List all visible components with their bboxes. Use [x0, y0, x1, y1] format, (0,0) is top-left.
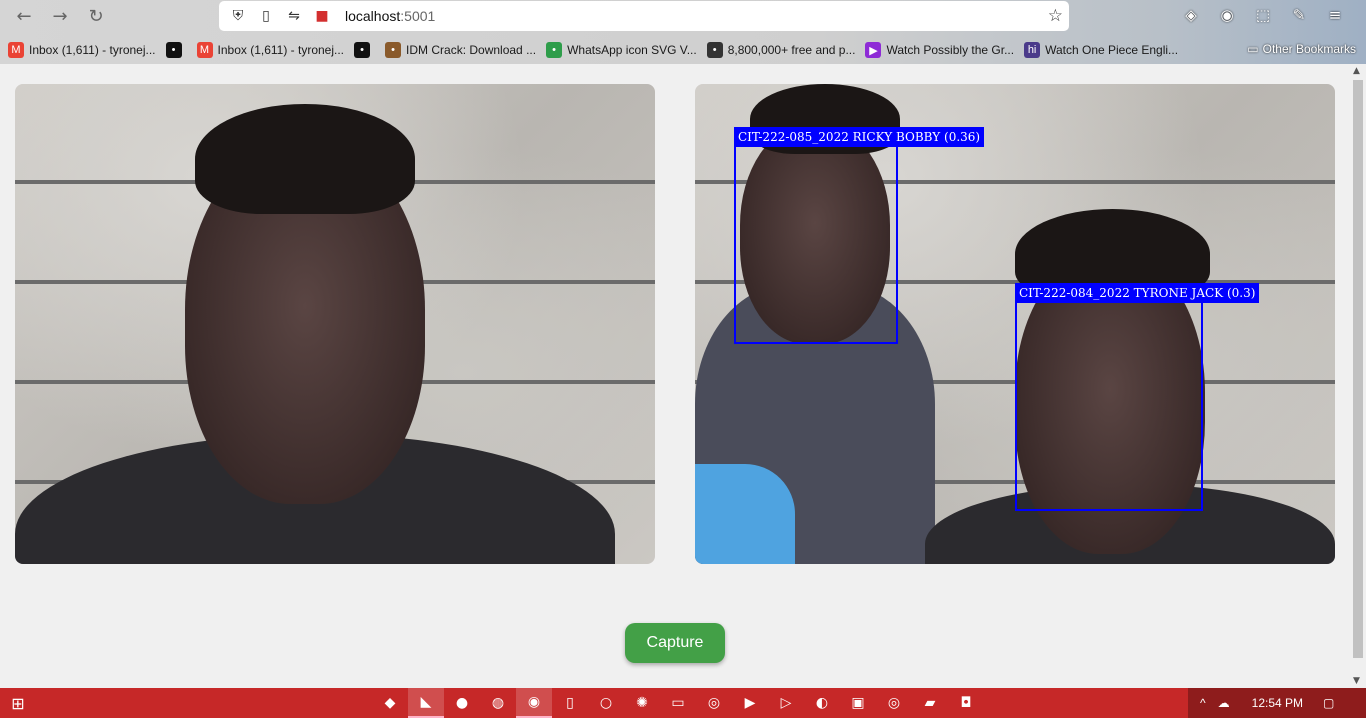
face-box-1 [734, 144, 898, 344]
taskbar: ⊞ ◆ ◣ ● ◍ ◉ ▯ ○ ✺ ▭ ◎ ▶ ▷ ◐ ▣ ◎ ▰ ◘ ^ ☁ … [0, 688, 1366, 718]
reload-icon[interactable]: ↻ [84, 4, 108, 28]
permissions-icon[interactable]: ⇋ [285, 7, 303, 25]
extensions-icon[interactable]: ⬚ [1252, 4, 1274, 26]
gmail-icon: M [196, 42, 213, 58]
menu-icon[interactable]: ≡ [1324, 4, 1346, 26]
chatgpt-icon[interactable]: ✺ [624, 688, 660, 718]
window-app-icon[interactable]: ▣ [840, 688, 876, 718]
vscode-icon[interactable]: ◣ [408, 688, 444, 718]
scroll-thumb[interactable] [1353, 80, 1363, 658]
face-label-1: CIT-222-085_2022 RICKY BOBBY (0.36) [734, 127, 985, 147]
bookmark-item[interactable]: M Inbox (1,611) - tyronej... [196, 42, 344, 58]
account-icon[interactable]: ◉ [1216, 4, 1238, 26]
capture-button[interactable]: Capture [625, 623, 725, 663]
bookmark-star-icon[interactable]: ☆ [1048, 6, 1063, 26]
chrome-icon[interactable]: ◎ [696, 688, 732, 718]
tor-icon[interactable]: ◐ [804, 688, 840, 718]
browser-chrome: ← → ↻ ⛨ ▯ ⇋ ■ localhost:5001 ☆ ◈ ◉ ⬚ ✎ ≡… [0, 0, 1366, 64]
chevron-up-icon[interactable]: ^ [1200, 696, 1206, 710]
scroll-down-icon[interactable]: ▼ [1353, 676, 1360, 686]
powershell-icon[interactable]: ▰ [912, 688, 948, 718]
file-explorer-icon[interactable]: ▭ [660, 688, 696, 718]
bookmark-item[interactable]: • WhatsApp icon SVG V... [546, 42, 697, 58]
gmail-icon: M [8, 42, 24, 58]
circle-app-icon[interactable]: ○ [588, 688, 624, 718]
theme-icon[interactable]: ✎ [1288, 4, 1310, 26]
address-bar[interactable]: ⛨ ▯ ⇋ ■ localhost:5001 ☆ [219, 1, 1069, 31]
github-icon[interactable]: ● [444, 688, 480, 718]
media-player-icon[interactable]: ▷ [768, 688, 804, 718]
game-app-icon[interactable]: ◘ [948, 688, 984, 718]
shield-icon[interactable]: ⛨ [229, 7, 247, 25]
face-label-2: CIT-222-084_2022 TYRONE JACK (0.3) [1015, 283, 1260, 303]
eye-icon: • [706, 42, 723, 58]
hi-icon: hi [1024, 42, 1041, 58]
back-icon[interactable]: ← [12, 4, 36, 28]
chrome-alt-icon[interactable]: ◎ [876, 688, 912, 718]
captured-image: CIT-222-085_2022 RICKY BOBBY (0.36) CIT-… [695, 84, 1335, 564]
taskbar-apps: ◆ ◣ ● ◍ ◉ ▯ ○ ✺ ▭ ◎ ▶ ▷ ◐ ▣ ◎ ▰ ◘ [372, 688, 984, 718]
face-box-2 [1015, 301, 1203, 511]
pocket-icon[interactable]: ◈ [1180, 4, 1202, 26]
bookmark-item[interactable]: • [354, 42, 375, 58]
cloud-icon[interactable]: ☁ [1218, 696, 1230, 710]
page-icon[interactable]: ▯ [257, 7, 275, 25]
forward-icon[interactable]: → [48, 4, 72, 28]
bookmark-item[interactable]: M Inbox (1,611) - tyronej... [8, 42, 156, 58]
camera-icon: • [354, 42, 371, 58]
figma-icon[interactable]: ◆ [372, 688, 408, 718]
notepad-icon[interactable]: ▯ [552, 688, 588, 718]
camera-sharing-icon[interactable]: ■ [313, 7, 331, 25]
play-icon: ▶ [865, 42, 882, 58]
url-text[interactable]: localhost:5001 [345, 8, 435, 24]
other-bookmarks[interactable]: ▭ Other Bookmarks [1247, 42, 1356, 56]
folder-icon: ▭ [1247, 42, 1259, 56]
page-content: CIT-222-085_2022 RICKY BOBBY (0.36) CIT-… [0, 64, 1350, 688]
system-tray: ^ ☁ 12:54 PM ▢ [1188, 688, 1366, 718]
live-camera-feed [15, 84, 655, 564]
whatsapp-icon[interactable]: ◍ [480, 688, 516, 718]
page-scrollbar[interactable]: ▲ ▼ [1350, 64, 1366, 688]
scroll-up-icon[interactable]: ▲ [1353, 66, 1360, 76]
bookmark-item[interactable]: • IDM Crack: Download ... [385, 42, 536, 58]
bookmark-item[interactable]: • [165, 42, 187, 58]
firefox-icon[interactable]: ◉ [516, 688, 552, 718]
bookmark-item[interactable]: hi Watch One Piece Engli... [1024, 42, 1178, 58]
idm-icon: • [385, 42, 402, 58]
bookmark-item[interactable]: ▶ Watch Possibly the Gr... [865, 42, 1014, 58]
camera-icon: • [165, 42, 182, 58]
windows-start-icon[interactable]: ⊞ [0, 688, 36, 718]
clock-time[interactable]: 12:54 PM [1252, 696, 1303, 710]
bookmark-item[interactable]: • 8,800,000+ free and p... [706, 42, 855, 58]
play-store-icon[interactable]: ▶ [732, 688, 768, 718]
bookmarks-bar: M Inbox (1,611) - tyronej... • M Inbox (1,61… [0, 36, 1366, 64]
svg-icon: • [546, 42, 563, 58]
notifications-icon[interactable]: ▢ [1323, 696, 1334, 710]
toolbar-right: ◈ ◉ ⬚ ✎ ≡ [1180, 4, 1346, 26]
